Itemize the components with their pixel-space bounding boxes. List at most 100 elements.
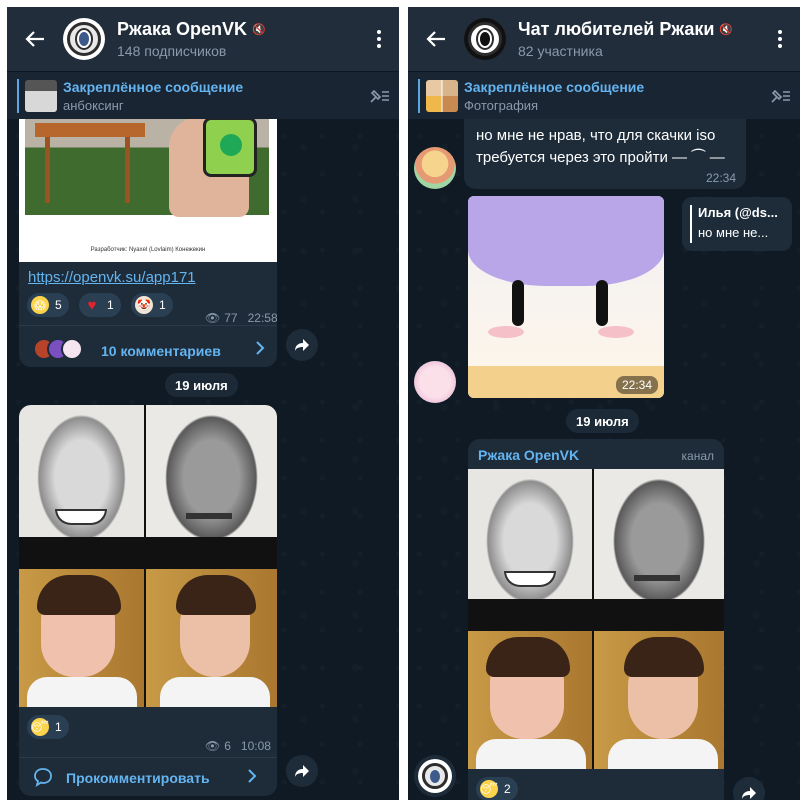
pin-list-icon (771, 89, 790, 103)
more-vertical-icon (377, 30, 381, 48)
post-meta: 👁 77 22:58 (205, 311, 277, 325)
clown-emoji-icon: 🤡 (135, 296, 153, 314)
mute-icon: 🔇 (252, 24, 266, 36)
pin-indicator (418, 78, 420, 113)
hair-shape (176, 575, 256, 615)
comment-action[interactable]: Прокомментировать (66, 770, 210, 786)
message-image[interactable]: 22:34 (468, 196, 664, 398)
channel-label: канал (681, 449, 715, 463)
more-menu-button[interactable] (760, 7, 800, 71)
share-button[interactable] (286, 755, 318, 787)
pinned-thumbnail (25, 79, 57, 112)
anime-eye-shape (596, 280, 608, 326)
post-bubble[interactable]: Разработчик: Nyaxel (Lovlaim) Конежекин … (19, 87, 277, 367)
shirt-shape (468, 599, 592, 629)
chat-title: Чат любителей Ржаки (518, 19, 715, 39)
hair-shape (624, 637, 704, 677)
post-meta: 👁 6 10:08 (205, 739, 271, 753)
shirt-shape (476, 739, 586, 769)
chat-header: Ржака OpenVK 🔇 148 подписчиков (7, 7, 399, 71)
arrow-left-icon (426, 31, 445, 47)
post-link[interactable]: https://openvk.su/app171 (28, 269, 196, 286)
chevron-right-icon[interactable] (253, 339, 267, 362)
reply-preview[interactable]: Илья (@ds... но мне не... (682, 197, 792, 251)
scream-emoji-icon: 😱 (31, 296, 49, 314)
eye-icon: 👁 (205, 311, 221, 325)
reaction-count: 2 (504, 782, 511, 796)
table-leg (45, 137, 50, 203)
face-photo (146, 405, 277, 567)
smile-shape (504, 571, 556, 587)
header-title-block[interactable]: Ржака OpenVK 🔇 148 подписчиков (117, 19, 359, 59)
reaction-count: 1 (159, 298, 166, 312)
anime-blush-shape (488, 326, 524, 338)
pin-indicator (17, 78, 19, 113)
channel-avatar[interactable] (414, 755, 456, 797)
back-button[interactable] (7, 7, 63, 71)
chat-title: Ржака OpenVK (117, 19, 248, 39)
face-photo (594, 469, 724, 629)
chat-subtitle: 148 подписчиков (117, 43, 227, 59)
anime-eye-shape (512, 280, 524, 326)
group-chat-pane: но мне не нрав, что для скачки iso требу… (408, 7, 800, 800)
post-bubble[interactable]: 😴 1 👁 6 10:08 Прокомментировать (19, 405, 277, 796)
post-caption-small: Разработчик: Nyaxel (Lovlaim) Конежекин (90, 247, 206, 253)
views-count: 6 (224, 739, 231, 753)
date-separator: 19 июля (165, 373, 238, 397)
back-button[interactable] (408, 7, 464, 71)
message-bubble[interactable]: но мне не нрав, что для скачки iso требу… (464, 111, 746, 189)
date-separator: 19 июля (566, 409, 639, 433)
reaction-count: 5 (55, 298, 62, 312)
anime-blush-shape (598, 326, 634, 338)
shirt-shape (19, 537, 144, 567)
reaction-chip[interactable]: 😴 2 (476, 777, 518, 800)
reply-text: но мне не... (698, 225, 769, 240)
reaction-chip[interactable]: ♥ 1 (79, 293, 121, 317)
sleepy-emoji-icon: 😴 (31, 718, 49, 736)
pinned-message-bar[interactable]: Закреплённое сообщение анбоксинг (7, 71, 399, 119)
shirt-shape (160, 677, 270, 707)
arrow-left-icon (25, 31, 44, 47)
channel-avatar[interactable] (63, 18, 105, 60)
post-image[interactable] (468, 469, 724, 769)
reaction-chip[interactable]: 😱 5 (27, 293, 69, 317)
user-avatar[interactable] (414, 147, 456, 189)
pinned-title: Закреплённое сообщение (464, 78, 645, 95)
pinned-message-bar[interactable]: Закреплённое сообщение Фотография (408, 71, 800, 119)
message-time: 22:34 (705, 171, 736, 185)
divider (19, 325, 277, 326)
views-count: 77 (224, 311, 238, 325)
pinned-list-button[interactable] (760, 87, 800, 105)
pinned-subtitle: анбоксинг (63, 97, 124, 113)
whatsapp-icon (220, 134, 242, 156)
chevron-right-icon[interactable] (245, 767, 259, 790)
mute-icon: 🔇 (719, 24, 734, 36)
reply-author: Илья (@ds... (698, 205, 778, 220)
comment-icon (33, 767, 53, 792)
face-photo (19, 405, 144, 567)
anime-hair-shape (468, 196, 664, 286)
forwarded-post-bubble[interactable]: Ржака OpenVK канал 😴 2 (468, 439, 724, 800)
pinned-subtitle: Фотография (464, 97, 539, 113)
smile-shape (55, 509, 107, 525)
face-photo (146, 569, 277, 707)
chat-avatar[interactable] (464, 18, 506, 60)
post-time: 10:08 (240, 739, 271, 753)
face-photo (594, 631, 724, 769)
post-image[interactable] (19, 405, 277, 707)
header-title-block[interactable]: Чат любителей Ржаки 🔇 82 участника (518, 19, 760, 59)
user-avatar[interactable] (414, 361, 456, 403)
reaction-chip[interactable]: 😴 1 (27, 715, 69, 739)
divider (19, 757, 277, 758)
forwarded-from[interactable]: Ржака OpenVK (478, 447, 579, 463)
share-button[interactable] (286, 329, 318, 361)
comments-link[interactable]: 10 комментариев (101, 343, 221, 359)
sleepy-emoji-icon: 😴 (480, 780, 498, 798)
more-menu-button[interactable] (359, 7, 399, 71)
reaction-count: 1 (107, 298, 114, 312)
pinned-list-button[interactable] (359, 87, 399, 105)
post-time: 22:58 (247, 311, 277, 325)
chat-subtitle: 82 участника (518, 43, 603, 59)
reaction-chip[interactable]: 🤡 1 (131, 293, 173, 317)
avatar (61, 338, 83, 360)
